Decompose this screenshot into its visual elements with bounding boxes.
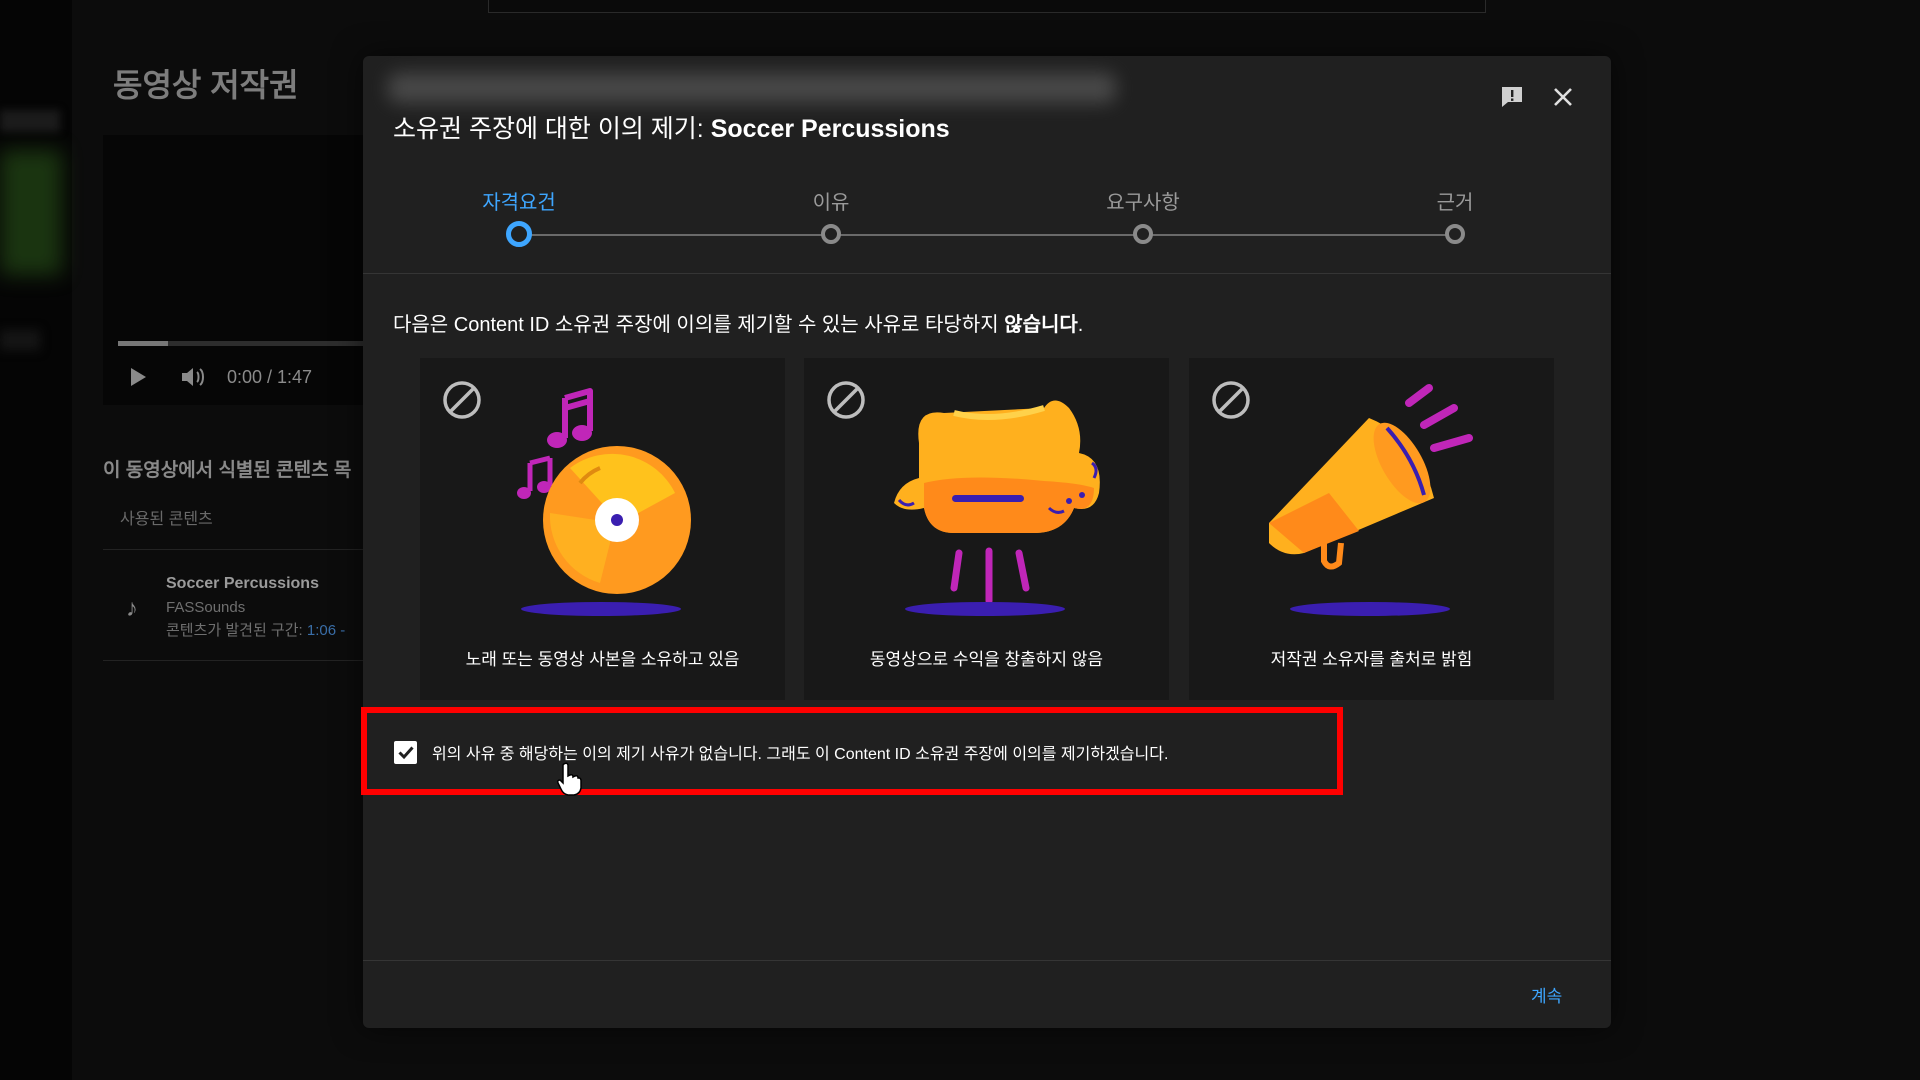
divider bbox=[363, 273, 1611, 274]
card-shadow bbox=[1290, 602, 1450, 616]
step-label: 자격요건 bbox=[482, 192, 556, 214]
progress-stepper: 자격요건 이유 요구사항 근거 bbox=[363, 186, 1611, 256]
step-reason[interactable]: 이유 bbox=[751, 186, 911, 244]
video-progress-fill bbox=[118, 341, 168, 346]
divider bbox=[103, 549, 365, 550]
close-button[interactable] bbox=[1548, 84, 1578, 114]
piggy-bank-icon bbox=[894, 400, 1100, 605]
step-label: 요구사항 bbox=[1106, 192, 1180, 214]
video-player[interactable] bbox=[103, 135, 365, 405]
annotation-highlight-box bbox=[361, 707, 1343, 795]
play-icon[interactable] bbox=[131, 368, 146, 386]
dialog-title: 소유권 주장에 대한 이의 제기: Soccer Percussions bbox=[393, 109, 950, 145]
hand-cursor-icon bbox=[557, 762, 582, 796]
vinyl-record-icon bbox=[517, 388, 691, 594]
card-caption: 노래 또는 동영상 사본을 소유하고 있음 bbox=[465, 650, 740, 669]
found-label: 콘텐츠가 발견된 구간: bbox=[166, 622, 303, 639]
identified-content-heading: 이 동영상에서 식별된 콘텐츠 목 bbox=[103, 460, 352, 481]
volume-icon[interactable] bbox=[180, 366, 208, 388]
music-note-icon: ♪ bbox=[126, 595, 138, 622]
video-time: 0:00 / 1:47 bbox=[227, 367, 313, 387]
reason-card-own-copy: 노래 또는 동영상 사본을 소유하고 있음 bbox=[420, 358, 785, 700]
step-dot bbox=[506, 221, 532, 247]
content-title[interactable]: Soccer Percussions bbox=[166, 575, 319, 593]
intro-emphasis: 않습니다 bbox=[1004, 314, 1078, 336]
close-icon bbox=[1553, 87, 1573, 112]
step-dot bbox=[1133, 224, 1153, 244]
blurred-header-text bbox=[388, 73, 1116, 103]
step-dot bbox=[821, 224, 841, 244]
page-title: 동영상 저작권 bbox=[113, 67, 299, 103]
intro-text: 다음은 Content ID 소유권 주장에 이의를 제기할 수 있는 사유로 … bbox=[393, 314, 1005, 336]
divider bbox=[103, 660, 365, 661]
intro-period: . bbox=[1077, 314, 1084, 336]
dialog-title-prefix: 소유권 주장에 대한 이의 제기: bbox=[393, 115, 711, 143]
step-requirements[interactable]: 요구사항 bbox=[1063, 186, 1223, 244]
blurred-thumbnail bbox=[0, 150, 62, 275]
continue-button[interactable]: 계속 bbox=[1531, 982, 1562, 1007]
megaphone-icon bbox=[1269, 384, 1473, 570]
reason-card-no-monetization: 동영상으로 수익을 창출하지 않음 bbox=[804, 358, 1169, 700]
content-found-range: 콘텐츠가 발견된 구간: 1:06 - bbox=[166, 619, 345, 640]
used-content-label: 사용된 콘텐츠 bbox=[120, 511, 213, 528]
stepper-line bbox=[519, 234, 1455, 236]
feedback-icon bbox=[1499, 84, 1525, 115]
content-artist: FASSounds bbox=[166, 599, 246, 616]
blurred-nav-item bbox=[0, 330, 40, 350]
feedback-button[interactable] bbox=[1497, 84, 1527, 114]
card-shadow bbox=[905, 602, 1065, 616]
card-caption: 동영상으로 수익을 창출하지 않음 bbox=[869, 650, 1104, 669]
card-shadow bbox=[521, 602, 681, 616]
step-label: 이유 bbox=[812, 192, 850, 214]
search-bar[interactable] bbox=[488, 0, 1486, 13]
step-eligibility[interactable]: 자격요건 bbox=[439, 186, 599, 247]
ineligible-reasons-intro: 다음은 Content ID 소유권 주장에 이의를 제기할 수 있는 사유로 … bbox=[393, 308, 1083, 337]
divider bbox=[363, 960, 1611, 961]
blurred-nav-item bbox=[0, 110, 60, 132]
dialog-title-name: Soccer Percussions bbox=[710, 115, 950, 143]
reason-card-credited-owner: 저작권 소유자를 출처로 밝힘 bbox=[1189, 358, 1554, 700]
step-dot bbox=[1445, 224, 1465, 244]
dispute-dialog: 소유권 주장에 대한 이의 제기: Soccer Percussions 자격요… bbox=[363, 56, 1611, 1028]
card-caption: 저작권 소유자를 출처로 밝힘 bbox=[1270, 650, 1473, 669]
found-time-link[interactable]: 1:06 - bbox=[307, 622, 345, 639]
step-label: 근거 bbox=[1436, 192, 1474, 214]
step-rationale[interactable]: 근거 bbox=[1375, 186, 1535, 244]
video-progress-bar[interactable] bbox=[118, 341, 368, 346]
